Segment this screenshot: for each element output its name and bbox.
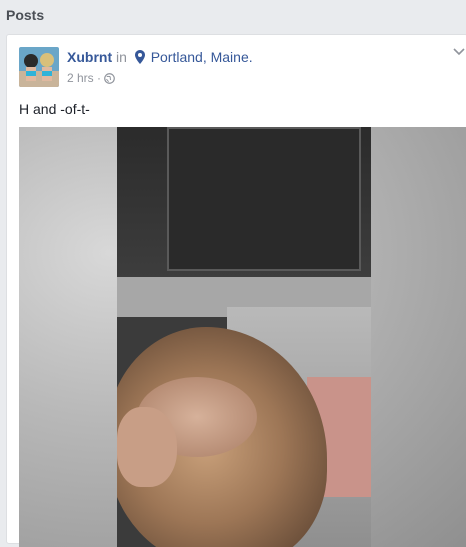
in-label: in	[116, 49, 127, 65]
map-pin-icon	[134, 50, 145, 64]
video-player[interactable]	[19, 127, 466, 547]
posts-heading: Posts	[6, 7, 45, 23]
author-line: Xubrnt in Portland, Maine.	[67, 49, 253, 65]
timestamp-link[interactable]: 2 hrs	[67, 71, 94, 85]
author-name[interactable]: Xubrnt	[67, 49, 112, 65]
location-link[interactable]: Portland, Maine.	[151, 49, 253, 65]
meta-separator: ·	[97, 71, 102, 85]
video-frame	[117, 127, 371, 547]
post-card: Xubrnt in Portland, Maine. 2 hrs · H and…	[6, 34, 466, 547]
video-scene-hand	[117, 407, 177, 487]
globe-icon[interactable]	[104, 73, 116, 84]
avatar[interactable]	[19, 47, 59, 87]
post-text: H and -of-t-	[19, 101, 90, 117]
post-meta: 2 hrs ·	[67, 71, 116, 85]
chevron-down-icon[interactable]	[453, 48, 465, 56]
avatar-image	[19, 47, 59, 87]
video-scene-door	[167, 127, 361, 271]
